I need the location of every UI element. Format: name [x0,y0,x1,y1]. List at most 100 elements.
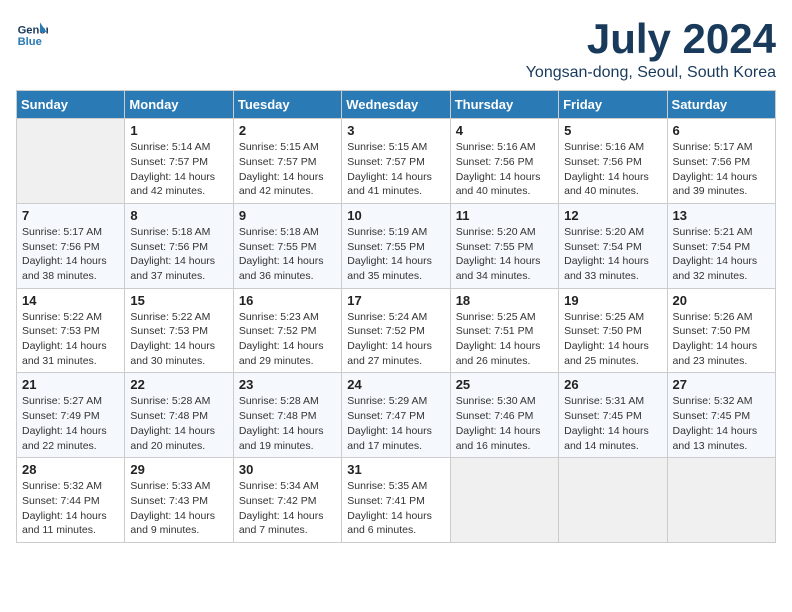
month-title: July 2024 [526,16,776,62]
day-info: Sunrise: 5:25 AMSunset: 7:50 PMDaylight:… [564,310,661,369]
calendar-header-tuesday: Tuesday [233,91,341,119]
calendar-cell: 17Sunrise: 5:24 AMSunset: 7:52 PMDayligh… [342,288,450,373]
calendar-header-thursday: Thursday [450,91,558,119]
calendar-cell: 9 Sunrise: 5:18 AMSunset: 7:55 PMDaylight… [233,203,341,288]
calendar-cell: 31 Sunrise: 5:35 AMSunset: 7:41 PMDayligh… [342,458,450,543]
day-number: 18 [456,293,553,308]
calendar-cell: 16 Sunrise: 5:23 AMSunset: 7:52 PMDayligh… [233,288,341,373]
calendar-cell: 15 Sunrise: 5:22 AMSunset: 7:53 PMDayligh… [125,288,233,373]
page-header: General Blue July 2024 Yongsan-dong, Seo… [16,16,776,82]
day-info: Sunrise: 5:27 AMSunset: 7:49 PMDaylight:… [22,394,119,453]
day-number: 4 [456,123,553,138]
day-number: 27 [673,377,770,392]
calendar-header-monday: Monday [125,91,233,119]
calendar-week-3: 14 Sunrise: 5:22 AMSunset: 7:53 PMDayligh… [17,288,776,373]
day-number: 14 [22,293,119,308]
day-info: Sunrise: 5:30 AMSunset: 7:46 PMDaylight:… [456,394,553,453]
calendar-cell: 13 Sunrise: 5:21 AMSunset: 7:54 PMDayligh… [667,203,775,288]
day-number: 6 [673,123,770,138]
day-number: 9 [239,208,336,223]
day-info: Sunrise: 5:16 AMSunset: 7:56 PMDaylight:… [564,140,661,199]
calendar-cell: 27 Sunrise: 5:32 AMSunset: 7:45 PMDayligh… [667,373,775,458]
calendar-cell: 25 Sunrise: 5:30 AMSunset: 7:46 PMDayligh… [450,373,558,458]
calendar-cell: 4 Sunrise: 5:16 AMSunset: 7:56 PMDaylight… [450,119,558,204]
calendar-cell: 12Sunrise: 5:20 AMSunset: 7:54 PMDayligh… [559,203,667,288]
calendar-cell: 2Sunrise: 5:15 AMSunset: 7:57 PMDaylight… [233,119,341,204]
day-number: 22 [130,377,227,392]
calendar-cell: 19 Sunrise: 5:25 AMSunset: 7:50 PMDayligh… [559,288,667,373]
calendar-cell: 21 Sunrise: 5:27 AMSunset: 7:49 PMDayligh… [17,373,125,458]
day-number: 20 [673,293,770,308]
calendar-cell: 1Sunrise: 5:14 AMSunset: 7:57 PMDaylight… [125,119,233,204]
day-info: Sunrise: 5:29 AMSunset: 7:47 PMDaylight:… [347,394,444,453]
calendar-cell: 26 Sunrise: 5:31 AMSunset: 7:45 PMDayligh… [559,373,667,458]
day-number: 17 [347,293,444,308]
day-number: 25 [456,377,553,392]
day-info: Sunrise: 5:34 AMSunset: 7:42 PMDaylight:… [239,479,336,538]
calendar-cell: 6 Sunrise: 5:17 AMSunset: 7:56 PMDaylight… [667,119,775,204]
calendar-body: 1Sunrise: 5:14 AMSunset: 7:57 PMDaylight… [17,119,776,543]
calendar-header-row: SundayMondayTuesdayWednesdayThursdayFrid… [17,91,776,119]
day-info: Sunrise: 5:32 AMSunset: 7:45 PMDaylight:… [673,394,770,453]
calendar-cell: 7 Sunrise: 5:17 AMSunset: 7:56 PMDaylight… [17,203,125,288]
day-number: 15 [130,293,227,308]
day-number: 30 [239,462,336,477]
day-number: 3 [347,123,444,138]
calendar-cell [450,458,558,543]
day-info: Sunrise: 5:35 AMSunset: 7:41 PMDaylight:… [347,479,444,538]
day-info: Sunrise: 5:20 AMSunset: 7:54 PMDaylight:… [564,225,661,284]
calendar-cell: 29 Sunrise: 5:33 AMSunset: 7:43 PMDayligh… [125,458,233,543]
calendar-cell [17,119,125,204]
calendar-header-friday: Friday [559,91,667,119]
calendar-cell: 23Sunrise: 5:28 AMSunset: 7:48 PMDayligh… [233,373,341,458]
calendar-cell [667,458,775,543]
day-number: 21 [22,377,119,392]
day-number: 1 [130,123,227,138]
day-info: Sunrise: 5:18 AMSunset: 7:56 PMDaylight:… [130,225,227,284]
day-number: 28 [22,462,119,477]
calendar-cell: 20Sunrise: 5:26 AMSunset: 7:50 PMDayligh… [667,288,775,373]
calendar-cell: 18 Sunrise: 5:25 AMSunset: 7:51 PMDayligh… [450,288,558,373]
calendar-week-2: 7 Sunrise: 5:17 AMSunset: 7:56 PMDaylight… [17,203,776,288]
day-number: 16 [239,293,336,308]
location-title: Yongsan-dong, Seoul, South Korea [526,64,776,82]
day-info: Sunrise: 5:23 AMSunset: 7:52 PMDaylight:… [239,310,336,369]
day-number: 10 [347,208,444,223]
calendar-header-saturday: Saturday [667,91,775,119]
calendar-cell: 28Sunrise: 5:32 AMSunset: 7:44 PMDayligh… [17,458,125,543]
day-info: Sunrise: 5:18 AMSunset: 7:55 PMDaylight:… [239,225,336,284]
calendar-week-1: 1Sunrise: 5:14 AMSunset: 7:57 PMDaylight… [17,119,776,204]
calendar-cell: 3 Sunrise: 5:15 AMSunset: 7:57 PMDaylight… [342,119,450,204]
day-info: Sunrise: 5:22 AMSunset: 7:53 PMDaylight:… [22,310,119,369]
svg-text:Blue: Blue [18,36,42,48]
day-number: 2 [239,123,336,138]
day-number: 11 [456,208,553,223]
day-info: Sunrise: 5:17 AMSunset: 7:56 PMDaylight:… [673,140,770,199]
day-info: Sunrise: 5:22 AMSunset: 7:53 PMDaylight:… [130,310,227,369]
logo-icon: General Blue [16,16,48,48]
day-info: Sunrise: 5:28 AMSunset: 7:48 PMDaylight:… [130,394,227,453]
calendar-header-wednesday: Wednesday [342,91,450,119]
day-number: 26 [564,377,661,392]
day-number: 23 [239,377,336,392]
calendar-cell: 22 Sunrise: 5:28 AMSunset: 7:48 PMDayligh… [125,373,233,458]
day-number: 31 [347,462,444,477]
day-info: Sunrise: 5:25 AMSunset: 7:51 PMDaylight:… [456,310,553,369]
day-number: 7 [22,208,119,223]
day-number: 13 [673,208,770,223]
day-info: Sunrise: 5:33 AMSunset: 7:43 PMDaylight:… [130,479,227,538]
day-number: 29 [130,462,227,477]
day-info: Sunrise: 5:17 AMSunset: 7:56 PMDaylight:… [22,225,119,284]
day-number: 19 [564,293,661,308]
day-number: 24 [347,377,444,392]
day-info: Sunrise: 5:16 AMSunset: 7:56 PMDaylight:… [456,140,553,199]
day-info: Sunrise: 5:31 AMSunset: 7:45 PMDaylight:… [564,394,661,453]
day-number: 5 [564,123,661,138]
calendar-cell: 8Sunrise: 5:18 AMSunset: 7:56 PMDaylight… [125,203,233,288]
day-info: Sunrise: 5:15 AMSunset: 7:57 PMDaylight:… [347,140,444,199]
calendar-cell: 24 Sunrise: 5:29 AMSunset: 7:47 PMDayligh… [342,373,450,458]
day-info: Sunrise: 5:19 AMSunset: 7:55 PMDaylight:… [347,225,444,284]
day-info: Sunrise: 5:20 AMSunset: 7:55 PMDaylight:… [456,225,553,284]
calendar-header-sunday: Sunday [17,91,125,119]
day-info: Sunrise: 5:21 AMSunset: 7:54 PMDaylight:… [673,225,770,284]
